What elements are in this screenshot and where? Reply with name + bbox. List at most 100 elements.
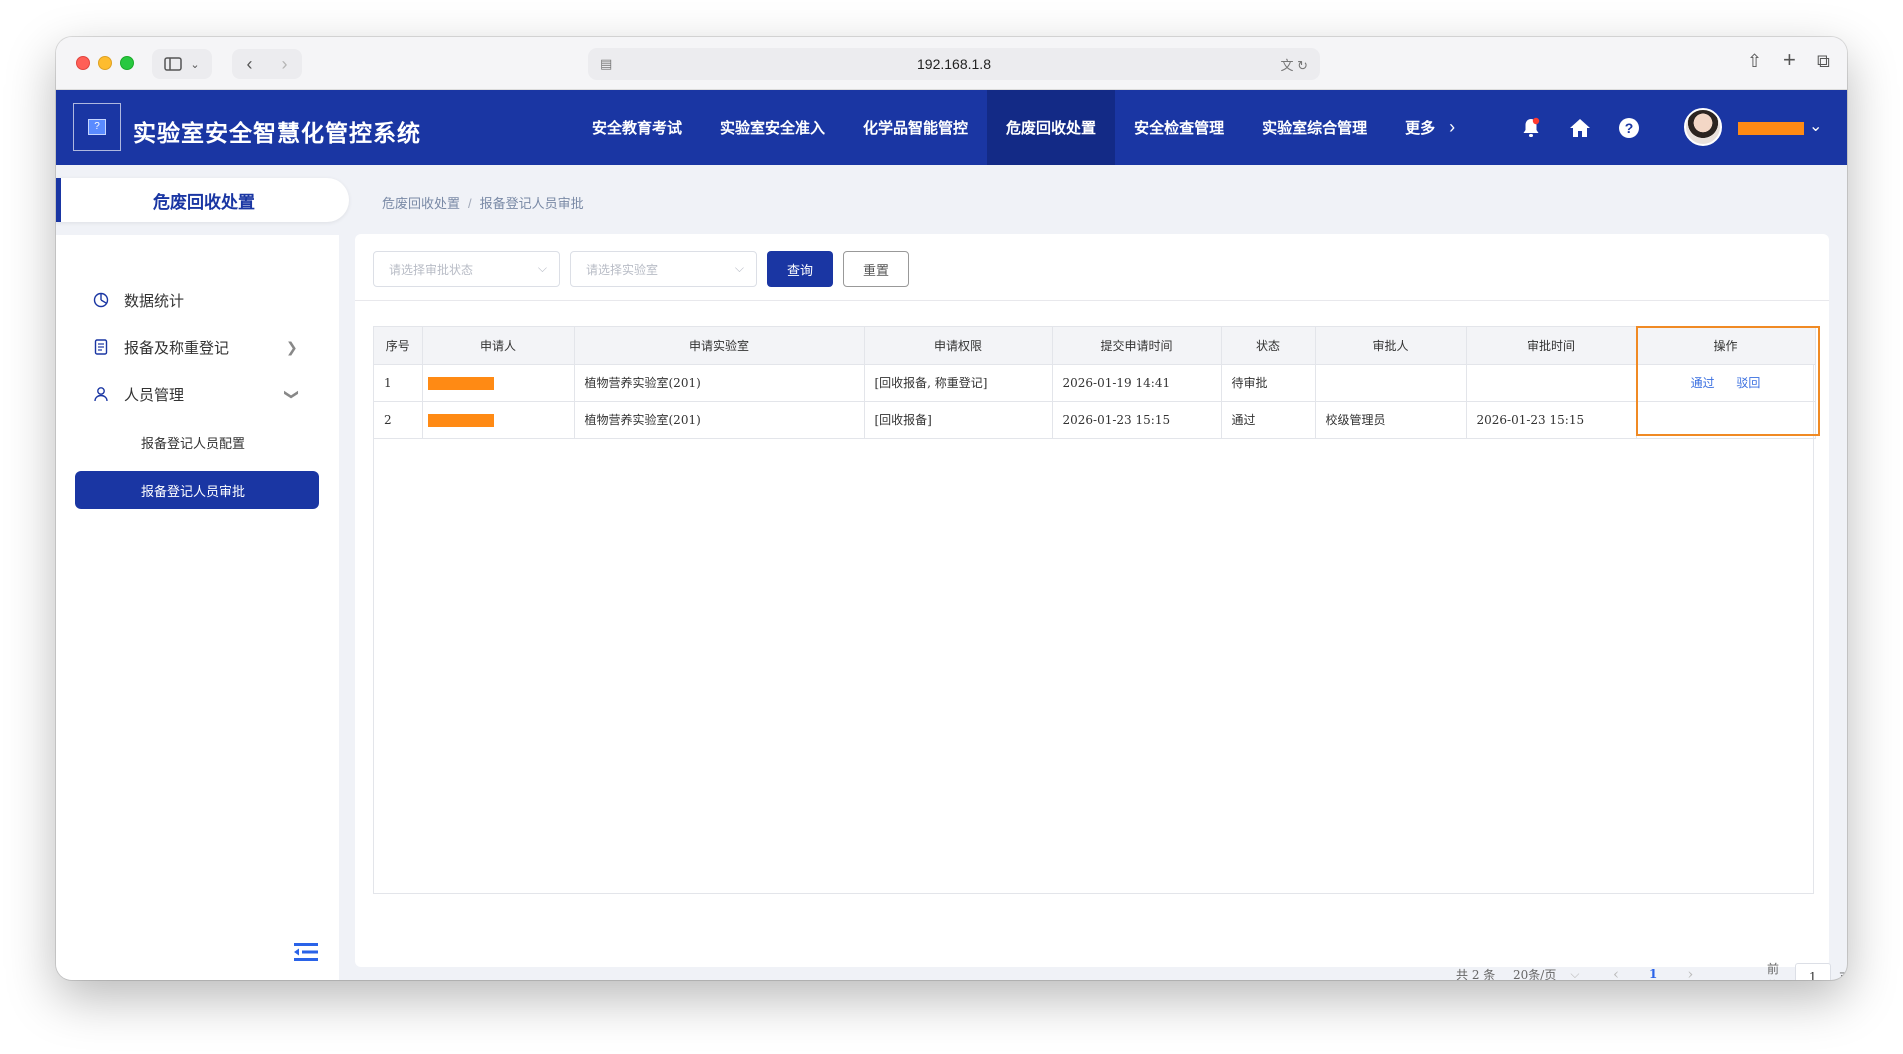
cell-permission: [回收报备] bbox=[864, 401, 1053, 439]
main-card: 请选择审批状态 ⌵ 请选择实验室 ⌵ 查询 重置 序号 申请人 申请实验室 申请… bbox=[355, 234, 1847, 980]
search-button[interactable]: 查询 bbox=[767, 251, 833, 287]
browser-window: ⌄ ‹ › ▤ 192.168.1.8 ⽂ ↻ ⇧ + ⧉ ? 实验室安全智慧化… bbox=[56, 37, 1847, 980]
chevron-right-icon: › bbox=[1449, 117, 1456, 137]
reset-button[interactable]: 重置 bbox=[843, 251, 909, 287]
sidebar-subitem-label: 报备登记人员配置 bbox=[141, 435, 246, 451]
nav-more[interactable]: 更多 › bbox=[1386, 90, 1474, 165]
goto-suffix: 页 bbox=[1839, 970, 1847, 981]
page-number-current[interactable]: 1 bbox=[1649, 967, 1657, 980]
status-select[interactable]: 请选择审批状态 ⌵ bbox=[373, 251, 560, 287]
app-title: 实验室安全智慧化管控系统 bbox=[133, 120, 421, 146]
breadcrumb-item-current: 报备登记人员审批 bbox=[479, 196, 584, 211]
column-header: 序号 bbox=[374, 327, 423, 365]
page-settings-icon[interactable]: ▤ bbox=[600, 56, 616, 72]
logo: ? bbox=[73, 103, 121, 151]
goto-page-input[interactable]: 1 bbox=[1794, 963, 1832, 980]
svg-text:?: ? bbox=[1625, 120, 1634, 136]
nav-safety-inspection[interactable]: 安全检查管理 bbox=[1115, 90, 1243, 165]
minimize-window-button[interactable] bbox=[98, 56, 112, 70]
approval-table: 序号 申请人 申请实验室 申请权限 提交申请时间 状态 审批人 审批时间 操作 … bbox=[373, 326, 1820, 894]
column-header: 申请人 bbox=[422, 327, 575, 365]
close-window-button[interactable] bbox=[76, 56, 90, 70]
sidebar-item-label: 人员管理 bbox=[124, 386, 185, 404]
breadcrumb: 危废回收处置 / 报备登记人员审批 bbox=[382, 193, 584, 212]
user-icon bbox=[92, 385, 110, 403]
document-icon bbox=[92, 338, 110, 356]
share-icon[interactable]: ⇧ bbox=[1747, 51, 1762, 72]
page-size-select[interactable]: 20条/页 ⌵ bbox=[1513, 959, 1580, 981]
lab-select-placeholder: 请选择实验室 bbox=[586, 262, 659, 277]
chevron-down-icon[interactable]: ⌄ bbox=[1809, 116, 1822, 136]
goto-prefix: 前往 bbox=[1767, 962, 1780, 980]
lab-select[interactable]: 请选择实验室 ⌵ bbox=[570, 251, 757, 287]
applicant-redacted bbox=[427, 376, 494, 390]
help-icon[interactable]: ? bbox=[1617, 116, 1641, 140]
address-bar[interactable]: ▤ 192.168.1.8 ⽂ ↻ bbox=[588, 48, 1320, 80]
logo-glyph: ? bbox=[88, 119, 106, 135]
chevron-down-icon: ⌵ bbox=[734, 261, 744, 275]
approve-link[interactable]: 通过 bbox=[1691, 376, 1715, 390]
translate-reload-icons[interactable]: ⽂ ↻ bbox=[1280, 55, 1308, 74]
nav-hazardous-waste[interactable]: 危废回收处置 bbox=[987, 90, 1116, 165]
cell-approver bbox=[1315, 364, 1467, 402]
page-jump: 前往 1 页 bbox=[1767, 962, 1847, 980]
chevron-down-icon: ⌄ bbox=[190, 58, 200, 71]
cell-lab: 植物营养实验室(201) bbox=[574, 401, 865, 439]
new-tab-icon[interactable]: + bbox=[1783, 47, 1796, 73]
column-header: 审批时间 bbox=[1466, 327, 1637, 365]
back-button[interactable]: ‹ bbox=[232, 54, 267, 75]
nav-lab-management[interactable]: 实验室综合管理 bbox=[1243, 90, 1386, 165]
cell-approved-at bbox=[1466, 364, 1637, 402]
home-icon[interactable] bbox=[1568, 116, 1592, 140]
cell-permission: [回收报备, 称重登记] bbox=[864, 364, 1053, 402]
username-redacted[interactable] bbox=[1738, 122, 1804, 135]
sidebar-item-registration[interactable]: 报备及称重登记 ❯ bbox=[56, 327, 339, 367]
nav-more-label: 更多 bbox=[1405, 120, 1436, 137]
cell-approver: 校级管理员 bbox=[1315, 401, 1467, 439]
chevron-down-icon: ⌵ bbox=[537, 261, 547, 275]
sidebar-icon bbox=[164, 57, 183, 71]
reject-link[interactable]: 驳回 bbox=[1736, 376, 1760, 390]
chevron-down-icon: ⌵ bbox=[1570, 966, 1580, 981]
pagination-nav: ‹ 1 › bbox=[1613, 959, 1693, 980]
breadcrumb-item-parent[interactable]: 危废回收处置 bbox=[382, 196, 460, 211]
sidebar: 数据统计 报备及称重登记 ❯ 人员管理 ❯ 报备登记人员配置 报备登记人员审批 bbox=[56, 235, 339, 980]
bell-icon[interactable] bbox=[1519, 116, 1543, 140]
nav-safety-education[interactable]: 安全教育考试 bbox=[573, 90, 701, 165]
column-header: 申请权限 bbox=[864, 327, 1053, 365]
cell-actions bbox=[1636, 401, 1816, 439]
chevron-right-icon: ❯ bbox=[286, 338, 298, 355]
sidebar-toggle-button[interactable]: ⌄ bbox=[152, 49, 212, 79]
chevron-down-icon: ❯ bbox=[284, 388, 301, 400]
forward-button[interactable]: › bbox=[267, 54, 302, 75]
collapse-menu-icon[interactable] bbox=[293, 941, 319, 963]
sidebar-item-personnel[interactable]: 人员管理 ❯ bbox=[56, 374, 339, 414]
cell-lab: 植物营养实验室(201) bbox=[574, 364, 865, 402]
status-select-placeholder: 请选择审批状态 bbox=[389, 262, 474, 277]
cell-status: 待审批 bbox=[1221, 364, 1316, 402]
cell-submitted: 2026-01-19 14:41 bbox=[1052, 364, 1222, 402]
maximize-window-button[interactable] bbox=[120, 56, 134, 70]
cell-actions: 通过 驳回 bbox=[1636, 364, 1816, 402]
prev-page-button[interactable]: ‹ bbox=[1613, 965, 1619, 980]
nav-chemicals[interactable]: 化学品智能管控 bbox=[844, 90, 987, 165]
tabs-overview-icon[interactable]: ⧉ bbox=[1817, 51, 1830, 72]
top-nav: 安全教育考试 实验室安全准入 化学品智能管控 危废回收处置 安全检查管理 实验室… bbox=[573, 90, 1474, 165]
column-header: 提交申请时间 bbox=[1052, 327, 1222, 365]
sidebar-subitem-personnel-config[interactable]: 报备登记人员配置 bbox=[56, 423, 339, 461]
avatar[interactable] bbox=[1684, 108, 1722, 146]
sidebar-item-label: 报备及称重登记 bbox=[124, 339, 230, 357]
history-nav: ‹ › bbox=[232, 49, 302, 79]
column-header: 状态 bbox=[1221, 327, 1316, 365]
next-page-button[interactable]: › bbox=[1687, 965, 1693, 980]
pagination-total: 共 2 条 bbox=[1456, 967, 1496, 981]
sidebar-subitem-personnel-approval[interactable]: 报备登记人员审批 bbox=[75, 471, 319, 509]
cell-index: 2 bbox=[374, 401, 423, 439]
page-size-value: 20条/页 bbox=[1513, 967, 1557, 981]
cell-applicant bbox=[422, 401, 575, 439]
sidebar-item-label: 数据统计 bbox=[124, 292, 185, 310]
nav-lab-access[interactable]: 实验室安全准入 bbox=[701, 90, 844, 165]
cell-approved-at: 2026-01-23 15:15 bbox=[1466, 401, 1637, 439]
sidebar-item-statistics[interactable]: 数据统计 bbox=[56, 280, 339, 320]
cell-applicant bbox=[422, 364, 575, 402]
